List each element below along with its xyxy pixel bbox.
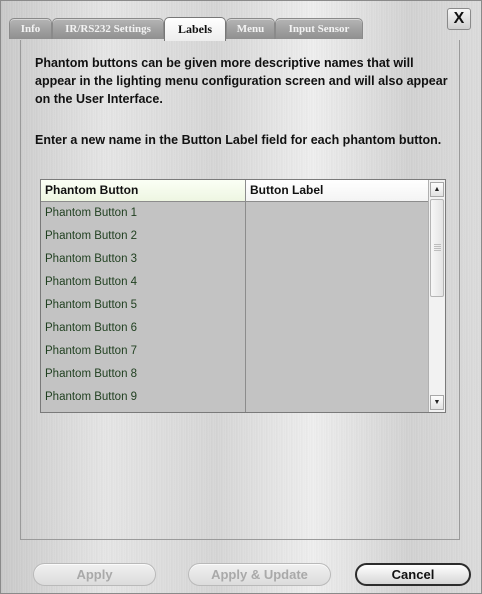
apply-and-update-button[interactable]: Apply & Update <box>188 563 331 586</box>
cancel-button[interactable]: Cancel <box>355 563 471 586</box>
table-row-phantom-6: Phantom Button 6 <box>45 322 138 334</box>
table-body: Phantom Button 1 Phantom Button 2 Phanto… <box>41 202 429 412</box>
scrollbar-thumb[interactable] <box>430 199 444 297</box>
tab-menu[interactable]: Menu <box>226 18 275 39</box>
table-row-phantom-8: Phantom Button 8 <box>45 368 138 380</box>
instruction-text: Enter a new name in the Button Label fie… <box>35 133 442 147</box>
button-label-field-1[interactable] <box>246 202 429 225</box>
tab-input-sensor[interactable]: Input Sensor <box>275 18 363 39</box>
tab-ir-rs232-settings[interactable]: IR/RS232 Settings <box>52 18 164 39</box>
button-label-field-3[interactable] <box>246 248 429 271</box>
grip-icon <box>434 244 441 251</box>
vertical-scrollbar[interactable]: ▲ ▼ <box>428 180 445 412</box>
tab-labels[interactable]: Labels <box>164 17 226 41</box>
table-row-phantom-5: Phantom Button 5 <box>45 299 138 311</box>
button-label-field-5[interactable] <box>246 294 429 317</box>
scroll-up-button[interactable]: ▲ <box>430 182 444 197</box>
button-label-field-9[interactable] <box>246 386 429 409</box>
table-row-phantom-1: Phantom Button 1 <box>45 207 138 219</box>
table-row-phantom-7: Phantom Button 7 <box>45 345 138 357</box>
button-label-field-8[interactable] <box>246 363 429 386</box>
tab-info[interactable]: Info <box>9 18 52 39</box>
description-text: Phantom buttons can be given more descri… <box>35 56 448 106</box>
phantom-button-table: Phantom Button Button Label Phantom Butt… <box>40 179 446 413</box>
table-row-phantom-2: Phantom Button 2 <box>45 230 138 242</box>
table-row-phantom-4: Phantom Button 4 <box>45 276 138 288</box>
column-header-phantom-button[interactable]: Phantom Button <box>41 180 246 201</box>
arrow-up-icon: ▲ <box>433 186 441 193</box>
button-label-field-4[interactable] <box>246 271 429 294</box>
scroll-down-button[interactable]: ▼ <box>430 395 444 410</box>
table-row-phantom-3: Phantom Button 3 <box>45 253 138 265</box>
close-icon: X <box>453 10 465 27</box>
button-label-field-2[interactable] <box>246 225 429 248</box>
arrow-down-icon: ▼ <box>433 399 441 406</box>
table-header: Phantom Button Button Label <box>41 180 429 202</box>
column-header-button-label[interactable]: Button Label <box>246 180 429 201</box>
button-label-field-7[interactable] <box>246 340 429 363</box>
close-button[interactable]: X <box>447 8 471 30</box>
button-label-field-6[interactable] <box>246 317 429 340</box>
apply-button[interactable]: Apply <box>33 563 156 586</box>
table-row-phantom-9: Phantom Button 9 <box>45 391 138 403</box>
